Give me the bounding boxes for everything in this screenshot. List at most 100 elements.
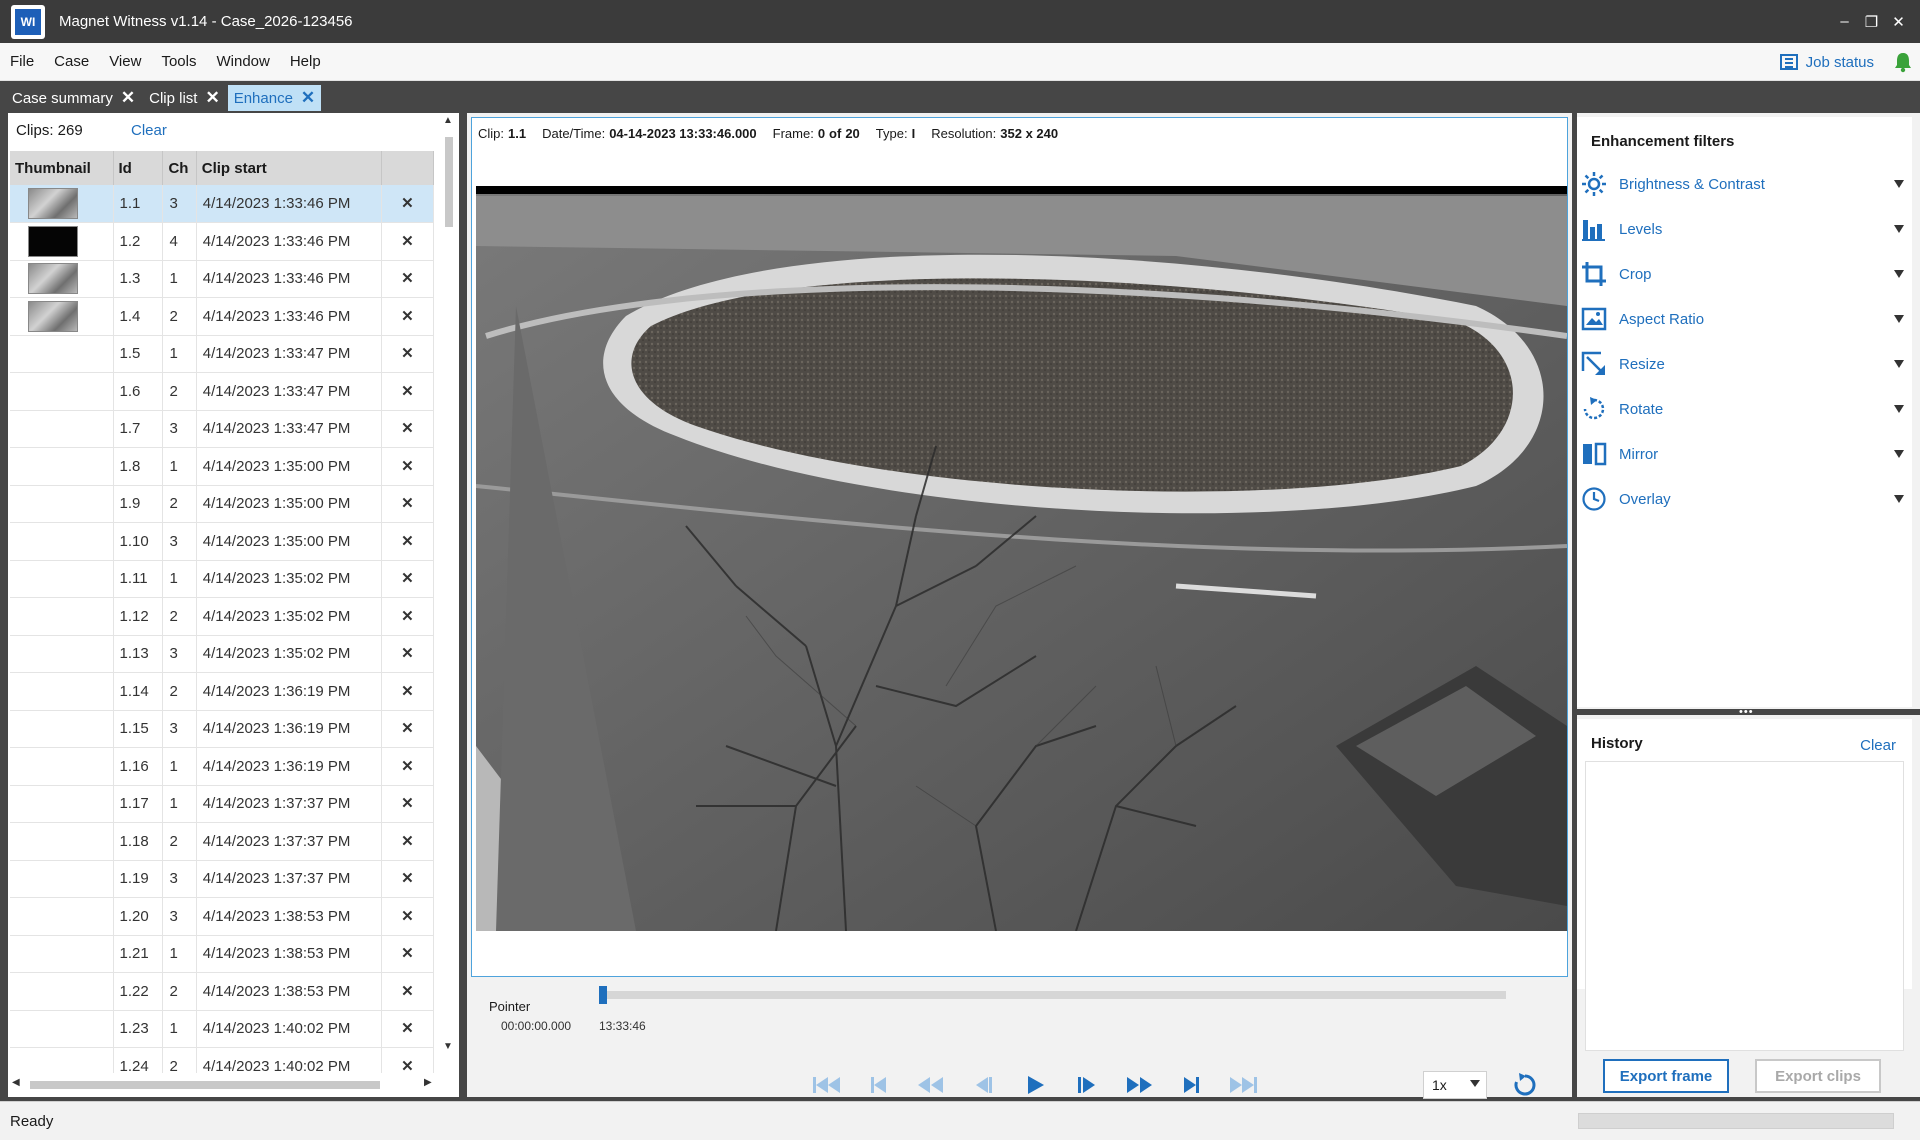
delete-icon[interactable]: ✕: [401, 945, 414, 962]
chevron-down-icon[interactable]: [1894, 360, 1904, 368]
table-row[interactable]: 1.14 2 4/14/2023 1:36:19 PM ✕: [10, 672, 435, 711]
table-row[interactable]: 1.19 3 4/14/2023 1:37:37 PM ✕: [10, 860, 435, 898]
col-ch[interactable]: Ch: [162, 151, 197, 185]
filter-crop[interactable]: Crop: [1581, 259, 1908, 289]
table-row[interactable]: 1.6 2 4/14/2023 1:33:47 PM ✕: [10, 372, 435, 411]
last-frame-button[interactable]: [1165, 1069, 1217, 1101]
playback-speed-select[interactable]: 1x: [1423, 1071, 1487, 1099]
filter-aspect-ratio[interactable]: Aspect Ratio: [1581, 304, 1908, 334]
col-clip-start[interactable]: Clip start: [196, 151, 382, 185]
filter-mirror[interactable]: Mirror: [1581, 439, 1908, 469]
close-icon[interactable]: ✕: [1885, 13, 1912, 31]
table-row[interactable]: 1.12 2 4/14/2023 1:35:02 PM ✕: [10, 597, 435, 636]
table-row[interactable]: 1.16 1 4/14/2023 1:36:19 PM ✕: [10, 747, 435, 786]
chevron-down-icon[interactable]: [1894, 225, 1904, 233]
delete-icon[interactable]: ✕: [401, 533, 414, 550]
table-row[interactable]: 1.9 2 4/14/2023 1:35:00 PM ✕: [10, 485, 435, 523]
table-row[interactable]: 1.17 1 4/14/2023 1:37:37 PM ✕: [10, 785, 435, 823]
col-id[interactable]: Id: [113, 151, 164, 185]
delete-icon[interactable]: ✕: [401, 645, 414, 662]
chevron-down-icon[interactable]: [1894, 450, 1904, 458]
scroll-left-icon[interactable]: ◀: [12, 1077, 20, 1088]
menu-window[interactable]: Window: [206, 53, 279, 70]
delete-icon[interactable]: ✕: [401, 833, 414, 850]
table-row[interactable]: 1.23 1 4/14/2023 1:40:02 PM ✕: [10, 1010, 435, 1048]
menu-file[interactable]: File: [0, 53, 44, 70]
table-row[interactable]: 1.21 1 4/14/2023 1:38:53 PM ✕: [10, 935, 435, 973]
close-tab-icon[interactable]: ✕: [205, 88, 219, 108]
menu-view[interactable]: View: [99, 53, 151, 70]
table-row[interactable]: 1.2 4 4/14/2023 1:33:46 PM ✕: [10, 222, 435, 261]
delete-icon[interactable]: ✕: [401, 683, 414, 700]
filter-rotate[interactable]: Rotate: [1581, 394, 1908, 424]
table-row[interactable]: 1.1 3 4/14/2023 1:33:46 PM ✕: [10, 185, 435, 223]
tab-enhance[interactable]: Enhance ✕: [227, 85, 322, 111]
delete-icon[interactable]: ✕: [401, 233, 414, 250]
table-row[interactable]: 1.4 2 4/14/2023 1:33:46 PM ✕: [10, 297, 435, 336]
scroll-thumb[interactable]: [445, 137, 453, 227]
chevron-down-icon[interactable]: [1894, 315, 1904, 323]
table-row[interactable]: 1.7 3 4/14/2023 1:33:47 PM ✕: [10, 410, 435, 448]
table-row[interactable]: 1.5 1 4/14/2023 1:33:47 PM ✕: [10, 335, 435, 373]
table-row[interactable]: 1.3 1 4/14/2023 1:33:46 PM ✕: [10, 260, 435, 298]
delete-icon[interactable]: ✕: [401, 458, 414, 475]
filter-resize[interactable]: Resize: [1581, 349, 1908, 379]
delete-icon[interactable]: ✕: [401, 383, 414, 400]
export-clips-button[interactable]: Export clips: [1755, 1059, 1881, 1093]
left-splitter[interactable]: [459, 113, 467, 1097]
table-row[interactable]: 1.15 3 4/14/2023 1:36:19 PM ✕: [10, 710, 435, 748]
timeline-track[interactable]: [601, 991, 1506, 999]
tab-clip-list[interactable]: Clip list ✕: [143, 85, 226, 111]
first-frame-button[interactable]: [853, 1069, 905, 1101]
close-tab-icon[interactable]: ✕: [301, 88, 315, 108]
chevron-down-icon[interactable]: [1894, 180, 1904, 188]
history-splitter[interactable]: •••: [1577, 706, 1920, 718]
delete-icon[interactable]: ✕: [401, 758, 414, 775]
delete-icon[interactable]: ✕: [401, 420, 414, 437]
menu-case[interactable]: Case: [44, 53, 99, 70]
clear-clips-link[interactable]: Clear: [131, 122, 167, 139]
table-row[interactable]: 1.8 1 4/14/2023 1:35:00 PM ✕: [10, 447, 435, 486]
play-button[interactable]: [1009, 1069, 1061, 1101]
scroll-up-icon[interactable]: ▲: [443, 115, 453, 126]
video-frame[interactable]: [476, 186, 1567, 931]
table-row[interactable]: 1.22 2 4/14/2023 1:38:53 PM ✕: [10, 972, 435, 1011]
bell-icon[interactable]: [1892, 51, 1914, 73]
rewind-button[interactable]: [905, 1069, 957, 1101]
delete-icon[interactable]: ✕: [401, 608, 414, 625]
first-clip-button[interactable]: [801, 1069, 853, 1101]
restore-icon[interactable]: ❐: [1858, 13, 1885, 31]
job-status-button[interactable]: Job status: [1779, 43, 1874, 81]
step-back-button[interactable]: [957, 1069, 1009, 1101]
col-thumbnail[interactable]: Thumbnail: [10, 151, 114, 185]
last-clip-button[interactable]: [1217, 1069, 1269, 1101]
filter-overlay[interactable]: Overlay: [1581, 484, 1908, 514]
delete-icon[interactable]: ✕: [401, 495, 414, 512]
minimize-icon[interactable]: –: [1831, 13, 1858, 30]
export-frame-button[interactable]: Export frame: [1603, 1059, 1729, 1093]
horizontal-scrollbar[interactable]: ◀ ▶: [8, 1073, 440, 1097]
menu-tools[interactable]: Tools: [151, 53, 206, 70]
table-row[interactable]: 1.11 1 4/14/2023 1:35:02 PM ✕: [10, 560, 435, 598]
delete-icon[interactable]: ✕: [401, 870, 414, 887]
delete-icon[interactable]: ✕: [401, 570, 414, 587]
table-row[interactable]: 1.18 2 4/14/2023 1:37:37 PM ✕: [10, 822, 435, 861]
fast-forward-button[interactable]: [1113, 1069, 1165, 1101]
table-row[interactable]: 1.20 3 4/14/2023 1:38:53 PM ✕: [10, 897, 435, 936]
delete-icon[interactable]: ✕: [401, 983, 414, 1000]
delete-icon[interactable]: ✕: [401, 720, 414, 737]
filter-brightness-contrast[interactable]: Brightness & Contrast: [1581, 169, 1908, 199]
delete-icon[interactable]: ✕: [401, 270, 414, 287]
menu-help[interactable]: Help: [280, 53, 331, 70]
clear-history-link[interactable]: Clear: [1860, 737, 1896, 754]
delete-icon[interactable]: ✕: [401, 195, 414, 212]
delete-icon[interactable]: ✕: [401, 1020, 414, 1037]
delete-icon[interactable]: ✕: [401, 345, 414, 362]
vertical-scrollbar[interactable]: ▲ ▼: [439, 113, 459, 1073]
tab-case-summary[interactable]: Case summary ✕: [6, 85, 141, 111]
chevron-down-icon[interactable]: [1894, 270, 1904, 278]
scroll-down-icon[interactable]: ▼: [443, 1041, 453, 1052]
chevron-down-icon[interactable]: [1894, 405, 1904, 413]
loop-icon[interactable]: [1511, 1071, 1539, 1099]
delete-icon[interactable]: ✕: [401, 908, 414, 925]
